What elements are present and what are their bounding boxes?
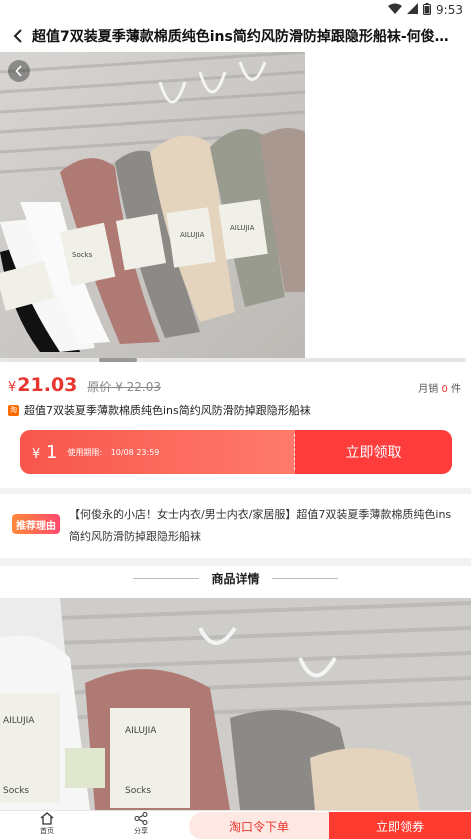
sock-label-text: Socks — [72, 251, 93, 259]
divider — [271, 577, 338, 579]
coupon-valid-date: 10/08 23:59 — [110, 447, 160, 457]
chevron-left-icon — [15, 65, 22, 77]
gallery-back-button[interactable] — [8, 60, 30, 82]
coupon-info: ¥ 1 使用期限: 10/08 23:59 — [20, 430, 295, 474]
details-title: 商品详情 — [211, 571, 260, 586]
home-icon — [40, 812, 54, 825]
sales-count: 0 — [441, 384, 448, 395]
claim-coupon-button[interactable]: 立即领取 — [295, 430, 452, 474]
share-icon — [134, 812, 148, 825]
signal-icon — [407, 3, 419, 17]
original-price: 原价 ¥ 22.03 — [87, 380, 162, 394]
monthly-sales: 月销 0 件 — [418, 380, 461, 395]
details-header: 商品详情 — [0, 566, 471, 590]
detail-sock-text: Socks — [125, 786, 151, 796]
battery-icon — [423, 2, 432, 18]
page-title: 超值7双装夏季薄款棉质纯色ins简约风防滑防掉跟隐形船袜-何俊永的... — [32, 29, 452, 45]
wifi-icon — [388, 3, 403, 17]
price-card: ¥ 21.03 原价 ¥ 22.03 月销 0 件 淘 超值7双装夏季薄款棉质纯… — [0, 362, 471, 488]
sales-label: 月销 — [418, 384, 439, 395]
nav-home-label: 首页 — [40, 827, 54, 835]
recommend-badge: 推荐理由 — [12, 514, 60, 534]
coupon-validity: 使用期限: 10/08 23:59 — [67, 447, 165, 458]
coupon-divider — [294, 434, 295, 470]
nav-share-label: 分享 — [134, 827, 148, 835]
chevron-left-icon — [13, 29, 22, 43]
coupon-card[interactable]: ¥ 1 使用期限: 10/08 23:59 立即领取 — [20, 430, 452, 474]
divider — [133, 577, 200, 579]
get-coupon-button[interactable]: 立即领券 — [329, 812, 471, 839]
short-title-text: 超值7双装夏季薄款棉质纯色ins简约风防滑防掉跟隐形船袜 — [24, 404, 311, 417]
kouling-order-button[interactable]: 淘口令下单 — [189, 812, 329, 839]
price-value: 21.03 — [17, 374, 78, 396]
details-section: 商品详情 AILUJIA AILUJIA Socks Socks — [0, 566, 471, 810]
price-row: ¥ 21.03 原价 ¥ 22.03 — [8, 374, 161, 396]
back-button[interactable] — [4, 20, 32, 52]
coupon-amount: ¥ 1 — [32, 442, 57, 463]
coupon-valid-label: 使用期限: — [67, 447, 103, 457]
bottom-nav: 首页 分享 淘口令下单 立即领券 — [0, 810, 471, 839]
coupon-currency: ¥ — [32, 446, 41, 462]
sock-brand-text: AILUJIA — [180, 231, 205, 239]
sock-brand-text: AILUJIA — [230, 224, 255, 232]
detail-brand-text: AILUJIA — [3, 716, 35, 726]
taobao-badge-icon: 淘 — [8, 404, 19, 416]
coupon-value: 1 — [46, 441, 58, 463]
nav-home[interactable]: 首页 — [27, 812, 67, 839]
title-bar: 超值7双装夏季薄款棉质纯色ins简约风防滑防掉跟隐形船袜-何俊永的... — [0, 20, 471, 52]
product-short-title: 淘 超值7双装夏季薄款棉质纯色ins简约风防滑防掉跟隐形船袜 — [8, 402, 311, 418]
detail-brand-text: AILUJIA — [125, 726, 157, 736]
recommend-text: 【何俊永的小店！女士内衣/男士内衣/家居服】超值7双装夏季薄款棉质纯色ins简约… — [69, 508, 452, 543]
nav-share[interactable]: 分享 — [121, 812, 161, 839]
details-image: AILUJIA AILUJIA Socks Socks — [0, 598, 471, 810]
detail-sock-text: Socks — [3, 786, 29, 796]
product-image: AILUJIA AILUJIA Socks — [0, 52, 305, 358]
product-gallery[interactable]: AILUJIA AILUJIA Socks — [0, 52, 471, 362]
status-bar: 9:53 — [0, 0, 471, 20]
sales-unit: 件 — [451, 384, 461, 395]
status-icons: 9:53 — [388, 2, 463, 18]
status-time: 9:53 — [436, 3, 463, 17]
recommend-card: 推荐理由 【何俊永的小店！女士内衣/男士内衣/家居服】超值7双装夏季薄款棉质纯色… — [0, 494, 471, 558]
price-currency: ¥ — [8, 380, 17, 395]
